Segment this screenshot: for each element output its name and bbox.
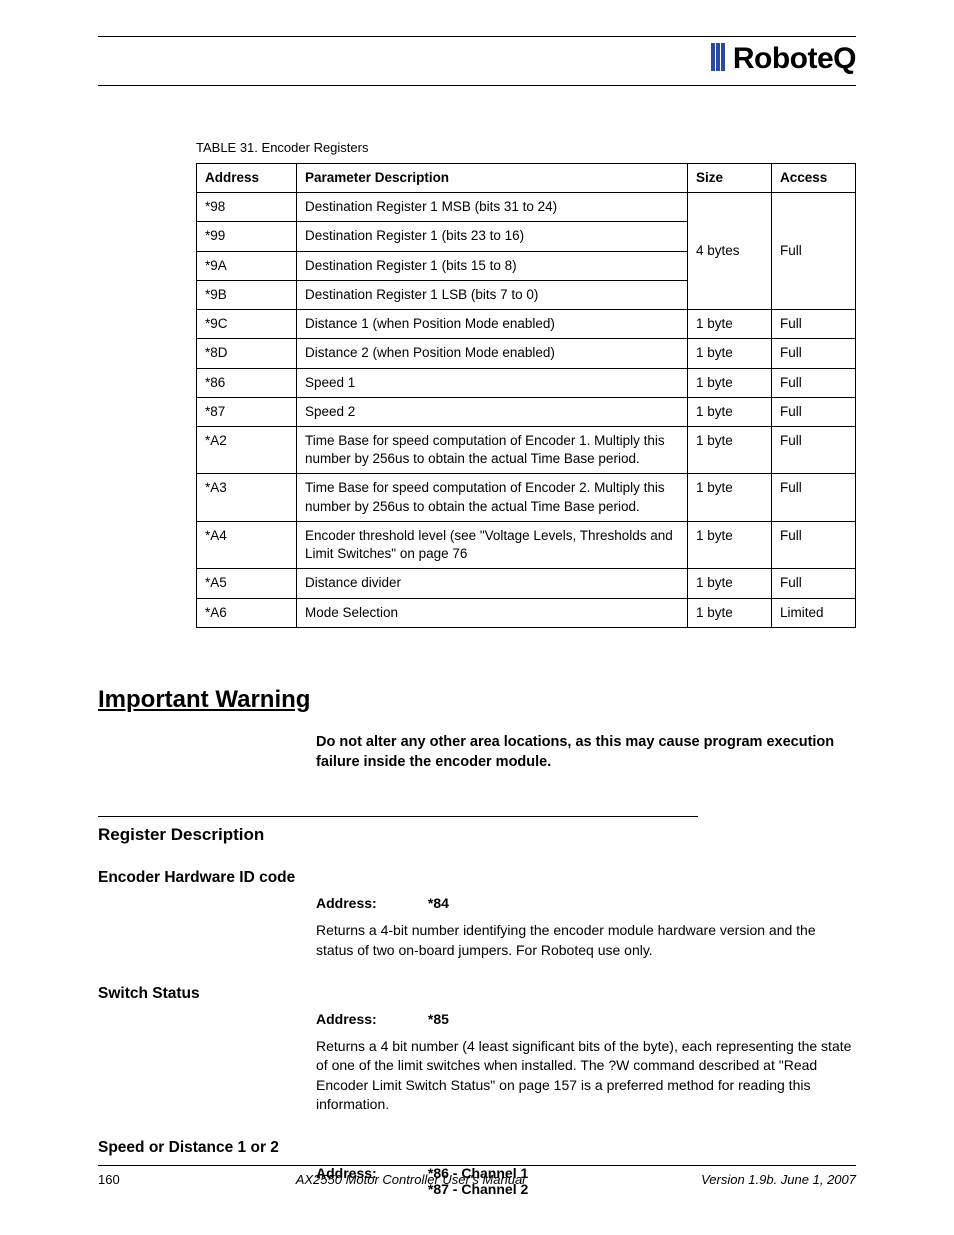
cell-size: 1 byte bbox=[688, 310, 772, 339]
cell-addr: *9B bbox=[197, 280, 297, 309]
cell-desc: Speed 1 bbox=[297, 368, 688, 397]
subsection-heading: Switch Status bbox=[98, 985, 856, 1003]
cell-access: Full bbox=[772, 339, 856, 368]
top-rule bbox=[98, 36, 856, 37]
cell-desc: Encoder threshold level (see "Voltage Le… bbox=[297, 521, 688, 568]
table-row: *98 Destination Register 1 MSB (bits 31 … bbox=[197, 193, 856, 222]
table-row: *A3 Time Base for speed computation of E… bbox=[197, 474, 856, 521]
cell-desc: Speed 2 bbox=[297, 397, 688, 426]
logo-bars-icon bbox=[711, 43, 726, 76]
cell-desc: Time Base for speed computation of Encod… bbox=[297, 474, 688, 521]
cell-access: Full bbox=[772, 521, 856, 568]
th-desc: Parameter Description bbox=[297, 164, 688, 193]
cell-addr: *8D bbox=[197, 339, 297, 368]
register-description: Returns a 4 bit number (4 least signific… bbox=[316, 1037, 856, 1115]
th-access: Access bbox=[772, 164, 856, 193]
cell-addr: *99 bbox=[197, 222, 297, 251]
cell-access: Full bbox=[772, 368, 856, 397]
page-footer: 160 AX2550 Motor Controller User's Manua… bbox=[98, 1165, 856, 1187]
cell-size: 1 byte bbox=[688, 426, 772, 473]
cell-addr: *98 bbox=[197, 193, 297, 222]
table-row: *A4 Encoder threshold level (see "Voltag… bbox=[197, 521, 856, 568]
footer-rule bbox=[98, 1165, 856, 1166]
address-label: Address: bbox=[316, 1011, 424, 1027]
cell-size: 1 byte bbox=[688, 474, 772, 521]
page-number: 160 bbox=[98, 1172, 120, 1187]
page: RoboteQ TABLE 31. Encoder Registers Addr… bbox=[0, 0, 954, 1235]
cell-desc: Destination Register 1 (bits 23 to 16) bbox=[297, 222, 688, 251]
cell-size: 1 byte bbox=[688, 569, 772, 598]
cell-addr: *87 bbox=[197, 397, 297, 426]
address-value: *84 bbox=[428, 895, 449, 911]
table-row: *A2 Time Base for speed computation of E… bbox=[197, 426, 856, 473]
cell-access: Full bbox=[772, 310, 856, 339]
encoder-registers-table: Address Parameter Description Size Acces… bbox=[196, 163, 856, 628]
table-row: *86 Speed 1 1 byte Full bbox=[197, 368, 856, 397]
address-label: Address: bbox=[316, 895, 424, 911]
version-info: Version 1.9b. June 1, 2007 bbox=[701, 1172, 856, 1187]
table-row: *A6 Mode Selection 1 byte Limited bbox=[197, 598, 856, 627]
cell-access: Full bbox=[772, 193, 856, 310]
cell-size: 1 byte bbox=[688, 339, 772, 368]
address-value: *85 bbox=[428, 1011, 449, 1027]
cell-size: 1 byte bbox=[688, 397, 772, 426]
footer-row: 160 AX2550 Motor Controller User's Manua… bbox=[98, 1172, 856, 1187]
th-size: Size bbox=[688, 164, 772, 193]
warning-heading: Important Warning bbox=[98, 686, 856, 714]
content-area: TABLE 31. Encoder Registers Address Para… bbox=[196, 140, 856, 1197]
cell-addr: *A4 bbox=[197, 521, 297, 568]
address-row: Address: *85 bbox=[316, 1011, 856, 1027]
table-header-row: Address Parameter Description Size Acces… bbox=[197, 164, 856, 193]
table-caption: TABLE 31. Encoder Registers bbox=[196, 140, 856, 155]
th-address: Address bbox=[197, 164, 297, 193]
cell-access: Full bbox=[772, 569, 856, 598]
cell-desc: Destination Register 1 LSB (bits 7 to 0) bbox=[297, 280, 688, 309]
cell-desc: Destination Register 1 (bits 15 to 8) bbox=[297, 251, 688, 280]
cell-desc: Distance 1 (when Position Mode enabled) bbox=[297, 310, 688, 339]
cell-access: Full bbox=[772, 426, 856, 473]
cell-desc: Destination Register 1 MSB (bits 31 to 2… bbox=[297, 193, 688, 222]
cell-desc: Time Base for speed computation of Encod… bbox=[297, 426, 688, 473]
cell-access: Full bbox=[772, 397, 856, 426]
cell-addr: *A3 bbox=[197, 474, 297, 521]
subsection-heading: Speed or Distance 1 or 2 bbox=[98, 1139, 856, 1157]
table-row: *87 Speed 2 1 byte Full bbox=[197, 397, 856, 426]
section-rule bbox=[98, 816, 698, 817]
register-description: Returns a 4-bit number identifying the e… bbox=[316, 921, 856, 960]
cell-addr: *9A bbox=[197, 251, 297, 280]
cell-size: 1 byte bbox=[688, 598, 772, 627]
table-row: *8D Distance 2 (when Position Mode enabl… bbox=[197, 339, 856, 368]
cell-desc: Distance 2 (when Position Mode enabled) bbox=[297, 339, 688, 368]
manual-title: AX2550 Motor Controller User's Manual bbox=[296, 1172, 525, 1187]
section-heading: Register Description bbox=[98, 825, 856, 845]
cell-access: Limited bbox=[772, 598, 856, 627]
warning-body: Do not alter any other area locations, a… bbox=[316, 732, 846, 773]
cell-addr: *86 bbox=[197, 368, 297, 397]
cell-desc: Distance divider bbox=[297, 569, 688, 598]
brand-name: RoboteQ bbox=[733, 42, 856, 76]
subsection-heading: Encoder Hardware ID code bbox=[98, 869, 856, 887]
header-rule bbox=[98, 85, 856, 86]
table-caption-title: Encoder Registers bbox=[262, 140, 369, 155]
table-row: *A5 Distance divider 1 byte Full bbox=[197, 569, 856, 598]
cell-addr: *A2 bbox=[197, 426, 297, 473]
cell-addr: *A6 bbox=[197, 598, 297, 627]
table-row: *9C Distance 1 (when Position Mode enabl… bbox=[197, 310, 856, 339]
brand-logo: RoboteQ bbox=[711, 42, 856, 76]
cell-addr: *A5 bbox=[197, 569, 297, 598]
table-caption-label: TABLE 31. bbox=[196, 140, 258, 155]
cell-access: Full bbox=[772, 474, 856, 521]
cell-desc: Mode Selection bbox=[297, 598, 688, 627]
cell-size: 1 byte bbox=[688, 521, 772, 568]
address-row: Address: *84 bbox=[316, 895, 856, 911]
cell-size: 1 byte bbox=[688, 368, 772, 397]
cell-addr: *9C bbox=[197, 310, 297, 339]
cell-size: 4 bytes bbox=[688, 193, 772, 310]
